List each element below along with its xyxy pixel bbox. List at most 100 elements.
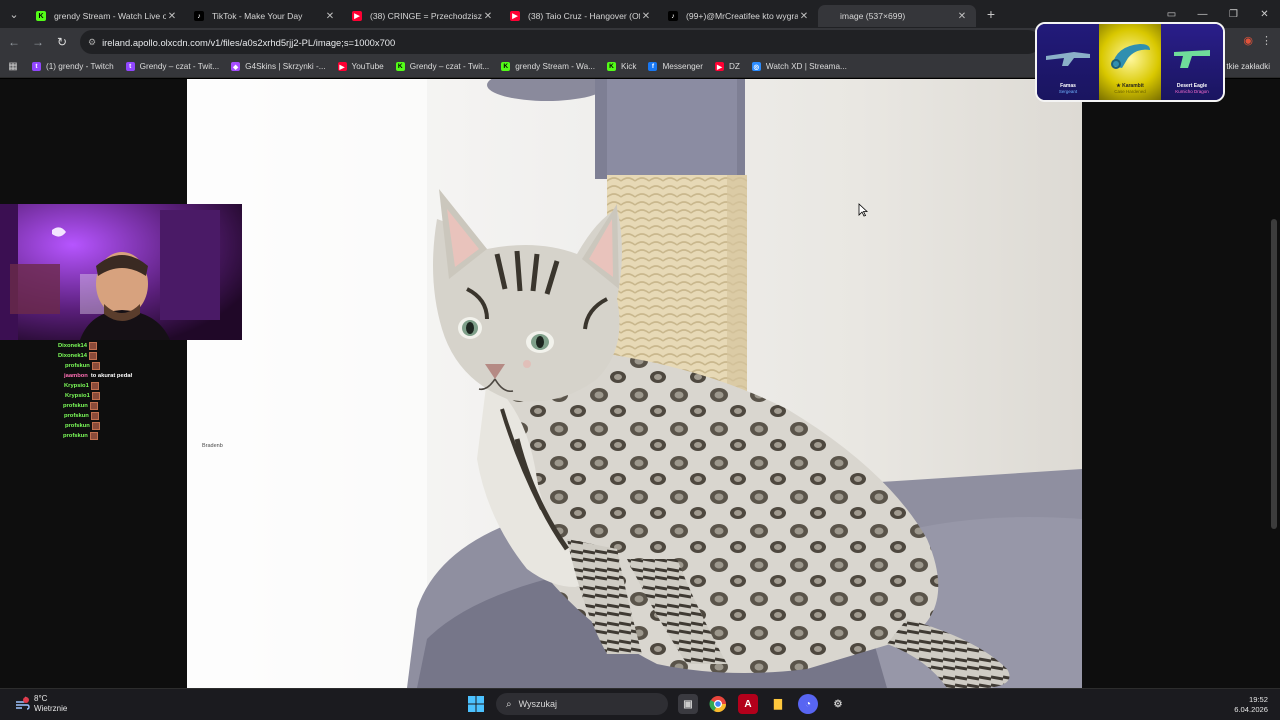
skin-card-desert-eagle: Desert Eagle Kumicho Dragon: [1161, 24, 1223, 100]
stream-chat: Dixonek14 Dixonek14 profskun jaambon to akur…: [58, 341, 208, 441]
youtube-icon: ▶: [352, 11, 362, 21]
forward-button[interactable]: →: [26, 35, 50, 49]
bookmark-label: (1) grendy - Twitch: [46, 62, 114, 71]
watchxd-icon: ◎: [751, 62, 761, 71]
bookmark-label: YouTube: [351, 62, 384, 71]
bookmark-item[interactable]: f Messenger: [642, 62, 709, 71]
close-tab-icon[interactable]: ✕: [482, 11, 494, 22]
rank-label: Sergeant: [1058, 89, 1078, 94]
chat-message: Dixonek14: [58, 351, 208, 361]
chat-emote-icon: [90, 382, 99, 390]
chat-text: to akurat pedał: [90, 373, 133, 379]
chat-username: profskun: [64, 413, 89, 419]
chat-message: profskun: [58, 361, 208, 371]
tab-title: (99+)@MrCreatifee kto wygrał: [686, 11, 798, 21]
bookmark-label: Watch XD | Streama...: [765, 62, 847, 71]
site-info-icon[interactable]: ⚙: [88, 37, 96, 48]
bookmark-item[interactable]: ◆ G4Skins | Skrzynki -...: [225, 62, 331, 71]
browser-tab[interactable]: ♪ (99+)@MrCreatifee kto wygrał ✕: [660, 5, 818, 27]
scrollbar-thumb[interactable]: [1271, 219, 1277, 529]
skin-card-famas: Famas Sergeant: [1037, 24, 1099, 100]
case-opening-overlay: Famas Sergeant ★ Karambit Case Hardened …: [1035, 22, 1225, 102]
chat-message: profskun: [58, 421, 208, 431]
file-explorer-icon[interactable]: ▇: [768, 694, 788, 714]
discord-icon[interactable]: ◔: [798, 694, 818, 714]
chat-username: Krypsio1: [64, 383, 89, 389]
bookmark-label: Kick: [620, 62, 637, 71]
task-view-icon[interactable]: ▣: [678, 694, 698, 714]
chat-message: Dixonek14: [58, 341, 208, 351]
settings-icon[interactable]: ⚙: [828, 694, 848, 714]
acrobat-icon[interactable]: A: [738, 694, 758, 714]
tab-title: grendy Stream - Watch Live on: [54, 11, 166, 21]
kick-icon: K: [606, 62, 616, 71]
windows-taskbar: 8°C Wietrznie ⌕ Wyszukaj ▣ A ▇ ◔ ⚙ 19:52…: [0, 688, 1280, 720]
kitten-image: [187, 79, 1082, 688]
chrome-icon[interactable]: [708, 694, 728, 714]
clock-time: 19:52: [1248, 695, 1268, 704]
system-clock[interactable]: 19:52 6.04.2026: [1234, 695, 1268, 715]
tab-title: image (537×699): [840, 11, 906, 21]
bookmark-item[interactable]: K Kick: [601, 62, 642, 71]
wind-icon: [16, 696, 30, 710]
close-tab-icon[interactable]: ✕: [640, 11, 652, 22]
chat-emote-icon: [90, 412, 99, 420]
bookmark-item[interactable]: K Grendy – czat - Twit...: [390, 62, 495, 71]
taskbar-search[interactable]: ⌕ Wyszukaj: [496, 693, 668, 715]
kick-icon: K: [36, 11, 46, 21]
youtube-icon: ▶: [510, 11, 520, 21]
address-bar[interactable]: ⚙ ireland.apollo.olxcdn.com/v1/files/a0s…: [80, 30, 1040, 54]
mouse-cursor-icon: [858, 203, 868, 217]
bookmark-item[interactable]: t Grendy – czat - Twit...: [120, 62, 225, 71]
kick-icon: K: [395, 62, 405, 71]
bookmark-item[interactable]: ▶ DZ: [709, 62, 746, 71]
browser-tab[interactable]: ▶ (38) Taio Cruz - Hangover (Offic ✕: [502, 5, 660, 27]
chat-emote-icon: [89, 352, 97, 360]
close-tab-icon[interactable]: ✕: [956, 11, 968, 22]
page-scrollbar[interactable]: [1270, 79, 1278, 688]
search-placeholder: Wyszukaj: [518, 699, 558, 709]
chat-username: Dixonek14: [58, 353, 87, 359]
windows-start-icon[interactable]: [466, 694, 486, 714]
tab-title: (38) Taio Cruz - Hangover (Offic: [528, 11, 640, 21]
facebook-icon: f: [648, 62, 658, 71]
famas-icon: [1046, 52, 1090, 66]
bookmark-item[interactable]: ◎ Watch XD | Streama...: [746, 62, 853, 71]
bookmark-item[interactable]: Kgrendy Stream - Wa...: [495, 62, 601, 71]
restore-button[interactable]: ❐: [1218, 9, 1249, 20]
tab-search-icon[interactable]: ⌄: [0, 0, 28, 28]
browser-tab[interactable]: ▶ (38) CRINGE = Przechodzisz DA✕: [344, 5, 502, 27]
reload-button[interactable]: ↻: [50, 35, 74, 49]
bookmark-label: DZ: [728, 62, 740, 71]
youtube-icon: ▶: [337, 62, 347, 71]
weather-widget[interactable]: 8°C Wietrznie: [14, 694, 67, 714]
bookmark-label: G4Skins | Skrzynki -...: [245, 62, 326, 71]
chat-username: profskun: [65, 423, 90, 429]
twitch-icon: t: [125, 62, 135, 71]
chat-message: profskun: [58, 411, 208, 421]
close-tab-icon[interactable]: ✕: [798, 11, 810, 22]
youtube-icon: ▶: [714, 62, 724, 71]
close-tab-icon[interactable]: ✕: [166, 11, 178, 22]
bookmark-item[interactable]: t (1) grendy - Twitch: [26, 62, 120, 71]
weather-condition: Wietrznie: [34, 704, 68, 713]
close-tab-icon[interactable]: ✕: [324, 11, 336, 22]
bookmark-label: Grendy – czat - Twit...: [409, 62, 490, 71]
cast-icon[interactable]: ▭: [1156, 9, 1187, 20]
chat-message: profskun: [58, 401, 208, 411]
chat-message: profskun: [58, 431, 208, 441]
extension-icon[interactable]: ◉: [1243, 34, 1253, 47]
browser-tab[interactable]: image (537×699) ✕: [818, 5, 976, 27]
back-button[interactable]: ←: [2, 35, 26, 49]
menu-icon[interactable]: ⋮: [1261, 34, 1272, 47]
close-window-button[interactable]: ✕: [1249, 9, 1280, 20]
chat-message: Krypsio1: [58, 391, 208, 401]
browser-tab[interactable]: ♪ TikTok - Make Your Day ✕: [186, 5, 344, 27]
apps-grid-icon[interactable]: ▦: [0, 61, 26, 72]
browser-tab[interactable]: Kgrendy Stream - Watch Live on ✕: [28, 5, 186, 27]
new-tab-button[interactable]: +: [980, 6, 1002, 22]
bookmark-item[interactable]: ▶ YouTube: [332, 62, 390, 71]
minimize-button[interactable]: —: [1187, 9, 1218, 20]
chat-message: jaambon to akurat pedał: [58, 371, 208, 381]
other-bookmarks[interactable]: tkie zakładki: [1226, 62, 1270, 71]
